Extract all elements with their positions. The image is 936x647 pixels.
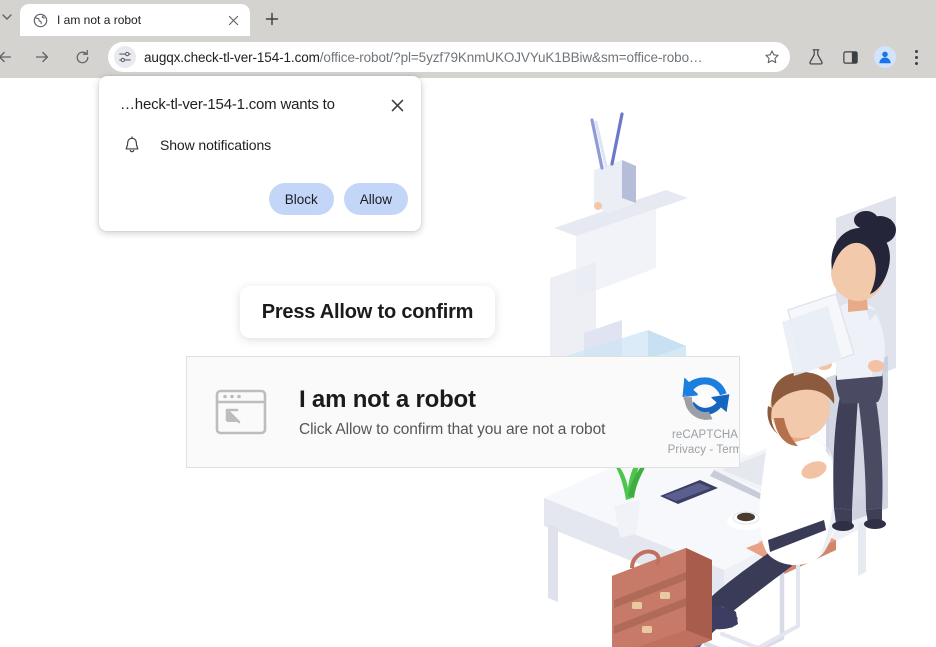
tab-close-icon[interactable] (224, 11, 242, 29)
tune-settings-icon[interactable] (114, 46, 136, 68)
tab-title: I am not a robot (57, 13, 142, 27)
permission-actions: Block Allow (268, 183, 408, 215)
permission-row-notifications: Show notifications (99, 116, 421, 154)
address-bar[interactable]: augqx.check-tl-ver-154-1.com/office-robo… (108, 42, 790, 72)
reload-button[interactable] (68, 43, 96, 71)
tab-search-chevron-down-icon[interactable] (0, 8, 16, 26)
tab-strip: I am not a robot (0, 0, 936, 36)
back-button[interactable] (0, 43, 22, 71)
more-menu-icon[interactable] (904, 43, 928, 71)
profile-avatar-icon[interactable] (874, 46, 896, 68)
browser-toolbar: augqx.check-tl-ver-154-1.com/office-robo… (0, 36, 936, 78)
block-button[interactable]: Block (268, 183, 334, 215)
recaptcha-badge: reCAPTCHA Privacy - Term (657, 368, 739, 456)
robot-card-texts: I am not a robot Click Allow to confirm … (299, 385, 657, 439)
close-icon[interactable] (385, 94, 409, 116)
robot-card-title: I am not a robot (299, 386, 476, 413)
new-tab-button[interactable] (258, 5, 286, 33)
robot-card-subtitle: Click Allow to confirm that you are not … (299, 421, 606, 438)
globe-icon (32, 12, 48, 28)
side-panel-icon[interactable] (836, 43, 864, 71)
browser-tab[interactable]: I am not a robot (20, 4, 250, 36)
robot-verification-card[interactable]: I am not a robot Click Allow to confirm … (186, 356, 740, 468)
more-menu-dots (914, 49, 918, 65)
browser-window: I am not a robot augqx.check-tl-ver-154-… (0, 0, 936, 647)
forward-button[interactable] (28, 43, 56, 71)
allow-button[interactable]: Allow (343, 183, 408, 215)
flask-icon[interactable] (802, 43, 830, 71)
headline-card: Press Allow to confirm (240, 286, 495, 338)
url-text[interactable]: augqx.check-tl-ver-154-1.com/office-robo… (144, 50, 758, 65)
notification-permission-prompt: …heck-tl-ver-154-1.com wants to Show not… (99, 76, 421, 231)
permission-row-label: Show notifications (160, 137, 272, 153)
permission-origin-text: …heck-tl-ver-154-1.com wants to (120, 96, 335, 113)
recaptcha-links[interactable]: Privacy - Term (657, 444, 739, 456)
page-title: Press Allow to confirm (261, 300, 474, 323)
browser-window-cursor-icon (215, 389, 267, 435)
url-host: augqx.check-tl-ver-154-1.com (144, 49, 320, 65)
recaptcha-logo-icon (682, 377, 730, 420)
url-path: /office-robot/?pl=5yzf79KnmUKOJVYuK1BBiw… (319, 49, 703, 65)
star-icon[interactable] (760, 45, 784, 69)
recaptcha-name: reCAPTCHA (671, 429, 739, 441)
permission-prompt-header: …heck-tl-ver-154-1.com wants to (99, 76, 421, 116)
bell-icon (123, 136, 141, 154)
